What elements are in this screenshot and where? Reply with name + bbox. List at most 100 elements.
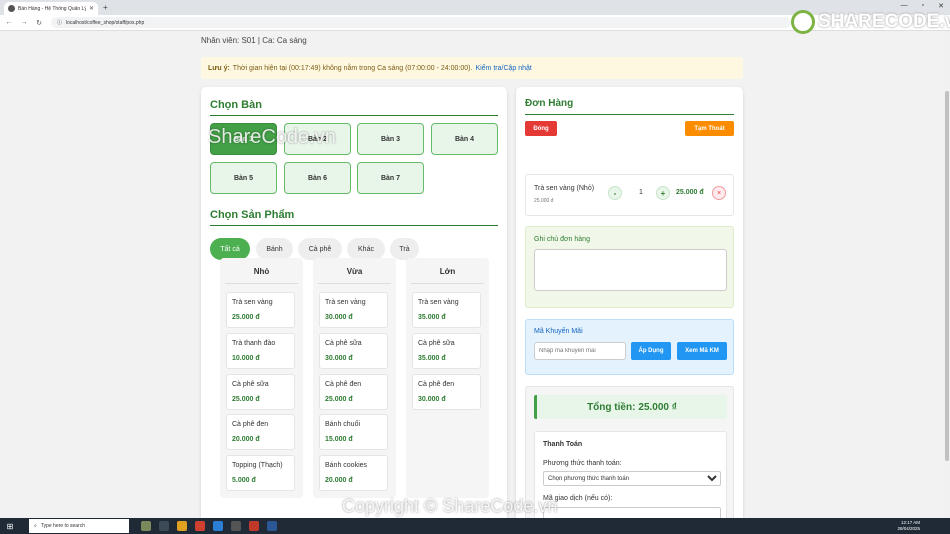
windows-taskbar: ⊞ ⌕ Type here to search 12:17 AM 28/04/2… [0, 518, 950, 534]
product-card[interactable]: Trà thanh đào 10.000 đ [226, 333, 295, 369]
product-card[interactable]: Cà phê đen 25.000 đ [319, 374, 388, 410]
file-explorer-icon[interactable] [177, 521, 187, 531]
pause-order-button[interactable]: Tạm Thoát [685, 121, 734, 136]
promo-box: Mã Khuyến Mãi Áp Dụng Xem Mã KM [525, 319, 734, 375]
filter-coffee[interactable]: Cà phê [298, 238, 342, 260]
forward-icon[interactable]: → [18, 19, 30, 26]
product-name: Bánh cookies [325, 462, 368, 469]
size-column-small: Nhỏ Trà sen vàng 25.000 đ Trà thanh đào … [220, 258, 303, 498]
product-price: 20.000 đ [232, 436, 260, 443]
windows-start-icon[interactable]: ⊞ [3, 519, 17, 533]
taskbar-apps [141, 521, 277, 531]
taskbar-search-text: Type here to search [40, 523, 86, 529]
payment-title: Thanh Toán [543, 441, 583, 448]
product-card[interactable]: Cà phê sữa 25.000 đ [226, 374, 295, 410]
new-tab-icon[interactable]: + [103, 3, 108, 12]
site-info-icon[interactable]: ⓘ [57, 19, 62, 26]
product-card[interactable]: Cà phê sữa 30.000 đ [319, 333, 388, 369]
table-section-divider [210, 115, 498, 116]
product-card[interactable]: Trà sen vàng 35.000 đ [412, 292, 481, 328]
minimize-icon[interactable]: — [901, 2, 908, 10]
product-card[interactable]: Bánh chuối 15.000 đ [319, 414, 388, 450]
size-column-large: Lớn Trà sen vàng 35.000 đ Cà phê sữa 35.… [406, 258, 489, 498]
size-divider [411, 283, 484, 284]
system-clock[interactable]: 12:17 AM 28/04/2025 [897, 520, 920, 532]
taskbar-search[interactable]: ⌕ Type here to search [29, 519, 129, 533]
product-card[interactable]: Trà sen vàng 25.000 đ [226, 292, 295, 328]
vscode-icon[interactable] [213, 521, 223, 531]
apply-promo-button[interactable]: Áp Dụng [631, 342, 671, 360]
url-input[interactable]: ⓘ localhost/coffee_shop/staff/pos.php [51, 17, 791, 28]
window-controls: — ▫ ✕ [901, 2, 944, 10]
payment-method-select[interactable]: Chọn phương thức thanh toán [543, 471, 721, 486]
filter-all[interactable]: Tất cả [210, 238, 250, 260]
app-icon[interactable] [249, 521, 259, 531]
task-view-icon[interactable] [159, 521, 169, 531]
page-scrollbar[interactable] [944, 31, 950, 518]
word-icon[interactable] [267, 521, 277, 531]
scrollbar-thumb[interactable] [945, 91, 949, 461]
product-price: 25.000 đ [232, 396, 260, 403]
product-name: Trà sen vàng [232, 299, 273, 306]
total-value: 25.000 ₫ [638, 401, 677, 413]
table-button-7[interactable]: Bàn 7 [357, 162, 424, 194]
filter-other[interactable]: Khác [347, 238, 385, 260]
app-icon[interactable] [231, 521, 241, 531]
table-button-3[interactable]: Bàn 3 [357, 123, 424, 155]
table-button-4[interactable]: Bàn 4 [431, 123, 498, 155]
order-title: Đơn Hàng [525, 98, 574, 109]
promo-label: Mã Khuyến Mãi [534, 328, 583, 335]
weather-widget-icon[interactable] [141, 521, 151, 531]
product-name: Cà phê đen [418, 381, 455, 388]
table-button-6[interactable]: Bàn 6 [284, 162, 351, 194]
size-heading: Lớn [439, 267, 456, 276]
product-card[interactable]: Cà phê đen 30.000 đ [412, 374, 481, 410]
clock-date: 28/04/2025 [897, 526, 920, 531]
filter-cake[interactable]: Bánh [256, 238, 293, 260]
size-divider [225, 283, 298, 284]
close-window-icon[interactable]: ✕ [938, 2, 944, 10]
product-price: 30.000 đ [325, 314, 353, 321]
product-name: Cà phê sữa [418, 340, 455, 347]
product-price: 20.000 đ [325, 477, 353, 484]
sharecode-logo-icon [791, 10, 815, 34]
order-note-label: Ghi chú đơn hàng [534, 236, 590, 243]
product-card[interactable]: Bánh cookies 20.000 đ [319, 455, 388, 491]
reload-icon[interactable]: ↻ [33, 19, 45, 27]
chrome-icon[interactable] [195, 521, 205, 531]
table-button-5[interactable]: Bàn 5 [210, 162, 277, 194]
view-promo-button[interactable]: Xem Mã KM [677, 342, 727, 360]
filter-tea[interactable]: Trà [390, 238, 419, 260]
product-name: Bánh chuối [325, 421, 361, 428]
check-update-link[interactable]: Kiểm tra/Cập nhật [475, 65, 531, 72]
notice-text: Thời gian hiện tại (00:17:49) không nằm … [232, 64, 473, 72]
back-icon[interactable]: ← [3, 19, 15, 26]
product-card[interactable]: Trà sen vàng 30.000 đ [319, 292, 388, 328]
close-tab-icon[interactable]: ✕ [89, 5, 94, 12]
remove-item-icon[interactable]: × [712, 186, 726, 200]
close-order-button[interactable]: Đóng [525, 121, 557, 136]
order-note-input[interactable] [534, 249, 727, 291]
order-item-name: Trà sen vàng (Nhỏ) [534, 185, 595, 192]
sharecode-logo: SHARECODE.vn [791, 10, 950, 34]
increase-qty-button[interactable]: + [656, 186, 670, 200]
product-card[interactable]: Topping (Thạch) 5.000 đ [226, 455, 295, 491]
decrease-qty-button[interactable]: - [608, 186, 622, 200]
product-price: 35.000 đ [418, 314, 446, 321]
table-section-title: Chọn Bàn [210, 99, 262, 111]
promo-code-input[interactable] [534, 342, 626, 360]
transaction-code-input[interactable] [543, 507, 721, 518]
product-name: Cà phê sữa [232, 381, 269, 388]
product-card[interactable]: Cà phê đen 20.000 đ [226, 414, 295, 450]
size-heading: Nhỏ [253, 267, 270, 276]
url-text: localhost/coffee_shop/staff/pos.php [66, 19, 145, 26]
product-name: Trà sen vàng [325, 299, 366, 306]
size-divider [318, 283, 391, 284]
browser-tab[interactable]: Bán Hàng - Hệ Thống Quản Lý ✕ [4, 2, 98, 15]
product-card[interactable]: Cà phê sữa 35.000 đ [412, 333, 481, 369]
order-item-unit-price: 25.000 đ [534, 198, 554, 204]
total-label: Tổng tiền: [587, 401, 636, 413]
order-divider [525, 114, 734, 115]
maximize-icon[interactable]: ▫ [922, 2, 924, 10]
order-item-qty: 1 [639, 189, 643, 196]
